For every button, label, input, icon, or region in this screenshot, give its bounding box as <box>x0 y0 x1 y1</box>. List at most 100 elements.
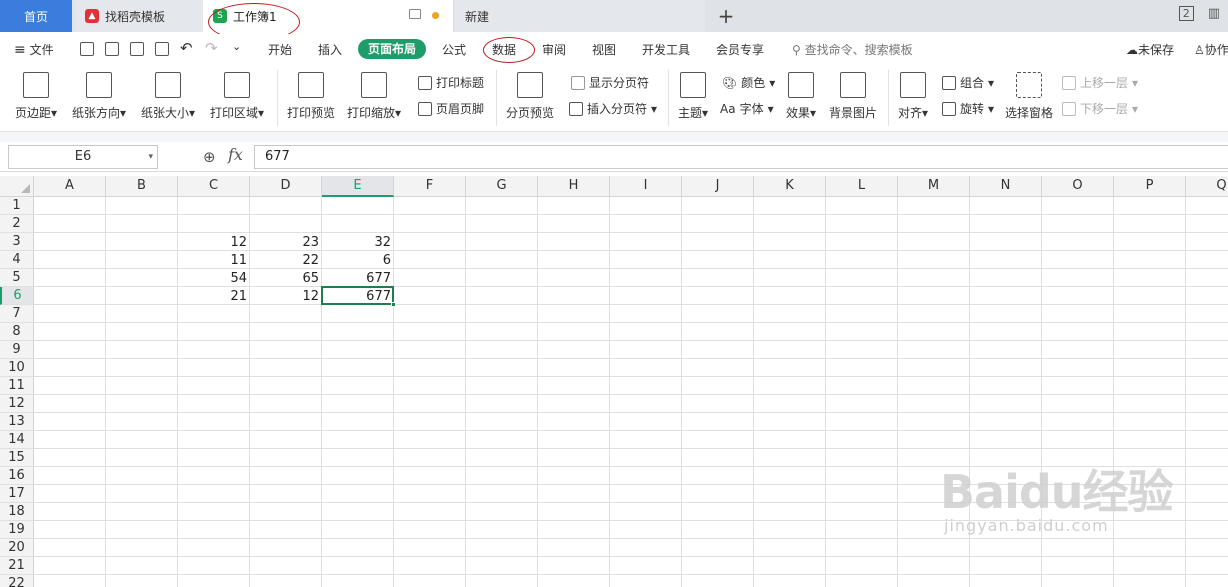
tab-new[interactable]: 新建 <box>455 0 705 32</box>
group-button[interactable]: 组合 ▾ <box>942 74 994 91</box>
colors-button[interactable]: 🎨︎ 颜色 ▾ <box>722 74 775 91</box>
column-header-q[interactable]: Q <box>1186 176 1228 197</box>
monitor-icon[interactable] <box>409 9 421 19</box>
column-header-m[interactable]: M <box>898 176 970 197</box>
row-header-15[interactable]: 15 <box>0 449 34 467</box>
page-count-icon[interactable]: 2 <box>1178 6 1194 21</box>
cell-d5[interactable]: 65 <box>250 269 322 287</box>
undo-icon[interactable]: ↶ <box>180 39 193 57</box>
fonts-button[interactable]: Aa 字体 ▾ <box>720 100 774 117</box>
formula-input[interactable]: 677 <box>254 145 1228 169</box>
cell-d6[interactable]: 12 <box>250 287 322 305</box>
row-header-8[interactable]: 8 <box>0 323 34 341</box>
column-header-b[interactable]: B <box>106 176 178 197</box>
zoom-icon[interactable]: ⊕ <box>203 148 216 166</box>
row-header-4[interactable]: 4 <box>0 251 34 269</box>
orientation-button[interactable]: 纸张方向▾ <box>70 72 128 121</box>
column-header-k[interactable]: K <box>754 176 826 197</box>
cell-c6[interactable]: 21 <box>178 287 250 305</box>
menu-tab-formulas[interactable]: 公式 <box>442 41 466 58</box>
redo-icon[interactable]: ↷ <box>205 39 218 57</box>
row-header-10[interactable]: 10 <box>0 359 34 377</box>
print-titles-button[interactable]: 打印标题 <box>418 74 484 91</box>
menu-tab-page-layout[interactable]: 页面布局 <box>358 39 426 59</box>
add-tab-button[interactable]: + <box>714 0 738 32</box>
column-header-o[interactable]: O <box>1042 176 1114 197</box>
column-header-h[interactable]: H <box>538 176 610 197</box>
print-preview-icon[interactable] <box>155 42 169 56</box>
align-button[interactable]: 对齐▾ <box>896 72 930 121</box>
row-header-5[interactable]: 5 <box>0 269 34 287</box>
cell-c4[interactable]: 11 <box>178 251 250 269</box>
customize-dropdown-icon[interactable]: ⌄ <box>232 40 241 53</box>
rotate-button[interactable]: 旋转 ▾ <box>942 100 994 117</box>
row-header-21[interactable]: 21 <box>0 557 34 575</box>
cell-e4[interactable]: 6 <box>322 251 394 269</box>
tab-docer[interactable]: ▲ 找稻壳模板 <box>75 0 203 32</box>
show-page-breaks-checkbox[interactable]: 显示分页符 <box>571 74 649 91</box>
select-all-corner[interactable] <box>0 176 34 197</box>
unsaved-status[interactable]: ☁未保存 <box>1126 41 1174 58</box>
menu-tab-insert[interactable]: 插入 <box>318 41 342 58</box>
menu-tab-developer[interactable]: 开发工具 <box>642 41 690 58</box>
name-box[interactable]: E6 ▾ <box>8 145 158 169</box>
menu-tab-review[interactable]: 审阅 <box>542 41 566 58</box>
column-header-e[interactable]: E <box>322 176 394 197</box>
fx-icon[interactable]: fx <box>228 145 243 164</box>
column-header-a[interactable]: A <box>34 176 106 197</box>
background-image-button[interactable]: 背景图片 <box>828 72 878 121</box>
column-header-n[interactable]: N <box>970 176 1042 197</box>
save-icon[interactable] <box>80 42 94 56</box>
tab-workbook[interactable]: S 工作簿1 <box>203 0 453 32</box>
cell-e6[interactable]: 677 <box>322 287 394 305</box>
column-header-j[interactable]: J <box>682 176 754 197</box>
menu-tab-view[interactable]: 视图 <box>592 41 616 58</box>
row-header-13[interactable]: 13 <box>0 413 34 431</box>
margins-button[interactable]: 页边距▾ <box>12 72 60 121</box>
theme-button[interactable]: 主题▾ <box>676 72 710 121</box>
chevron-down-icon[interactable]: ▾ <box>148 146 153 168</box>
column-header-g[interactable]: G <box>466 176 538 197</box>
row-header-14[interactable]: 14 <box>0 431 34 449</box>
print-preview-button[interactable]: 打印预览 <box>286 72 336 121</box>
row-header-18[interactable]: 18 <box>0 503 34 521</box>
page-break-preview-button[interactable]: 分页预览 <box>505 72 555 121</box>
cell-e5[interactable]: 677 <box>322 269 394 287</box>
menu-tab-member[interactable]: 会员专享 <box>716 41 764 58</box>
command-search[interactable]: ⚲ 查找命令、搜索模板 <box>792 41 913 58</box>
row-header-20[interactable]: 20 <box>0 539 34 557</box>
cell-c5[interactable]: 54 <box>178 269 250 287</box>
column-header-l[interactable]: L <box>826 176 898 197</box>
column-header-p[interactable]: P <box>1114 176 1186 197</box>
column-header-f[interactable]: F <box>394 176 466 197</box>
row-header-19[interactable]: 19 <box>0 521 34 539</box>
print-area-button[interactable]: 打印区域▾ <box>208 72 266 121</box>
row-header-1[interactable]: 1 <box>0 197 34 215</box>
window-split-icon[interactable]: ▥ <box>1208 6 1220 21</box>
export-pdf-icon[interactable] <box>105 42 119 56</box>
menu-tab-home[interactable]: 开始 <box>268 41 292 58</box>
row-header-3[interactable]: 3 <box>0 233 34 251</box>
row-header-9[interactable]: 9 <box>0 341 34 359</box>
tab-home[interactable]: 首页 <box>0 0 72 32</box>
cell-d4[interactable]: 22 <box>250 251 322 269</box>
paper-size-button[interactable]: 纸张大小▾ <box>139 72 197 121</box>
print-scale-button[interactable]: 打印缩放▾ <box>346 72 402 121</box>
selection-pane-button[interactable]: 选择窗格 <box>1004 72 1054 121</box>
row-header-7[interactable]: 7 <box>0 305 34 323</box>
row-header-6[interactable]: 6 <box>0 287 34 305</box>
row-header-16[interactable]: 16 <box>0 467 34 485</box>
header-footer-button[interactable]: 页眉页脚 <box>418 100 484 117</box>
effects-button[interactable]: 效果▾ <box>784 72 818 121</box>
column-header-c[interactable]: C <box>178 176 250 197</box>
column-header-i[interactable]: I <box>610 176 682 197</box>
column-header-d[interactable]: D <box>250 176 322 197</box>
row-header-12[interactable]: 12 <box>0 395 34 413</box>
row-header-22[interactable]: 22 <box>0 575 34 587</box>
cell-e3[interactable]: 32 <box>322 233 394 251</box>
cell-d3[interactable]: 23 <box>250 233 322 251</box>
menu-tab-data[interactable]: 数据 <box>492 41 516 58</box>
send-backward-button[interactable]: 下移一层 ▾ <box>1062 100 1138 117</box>
insert-page-break-button[interactable]: 插入分页符 ▾ <box>569 100 657 117</box>
file-menu[interactable]: ≡ 文件 <box>14 41 54 58</box>
